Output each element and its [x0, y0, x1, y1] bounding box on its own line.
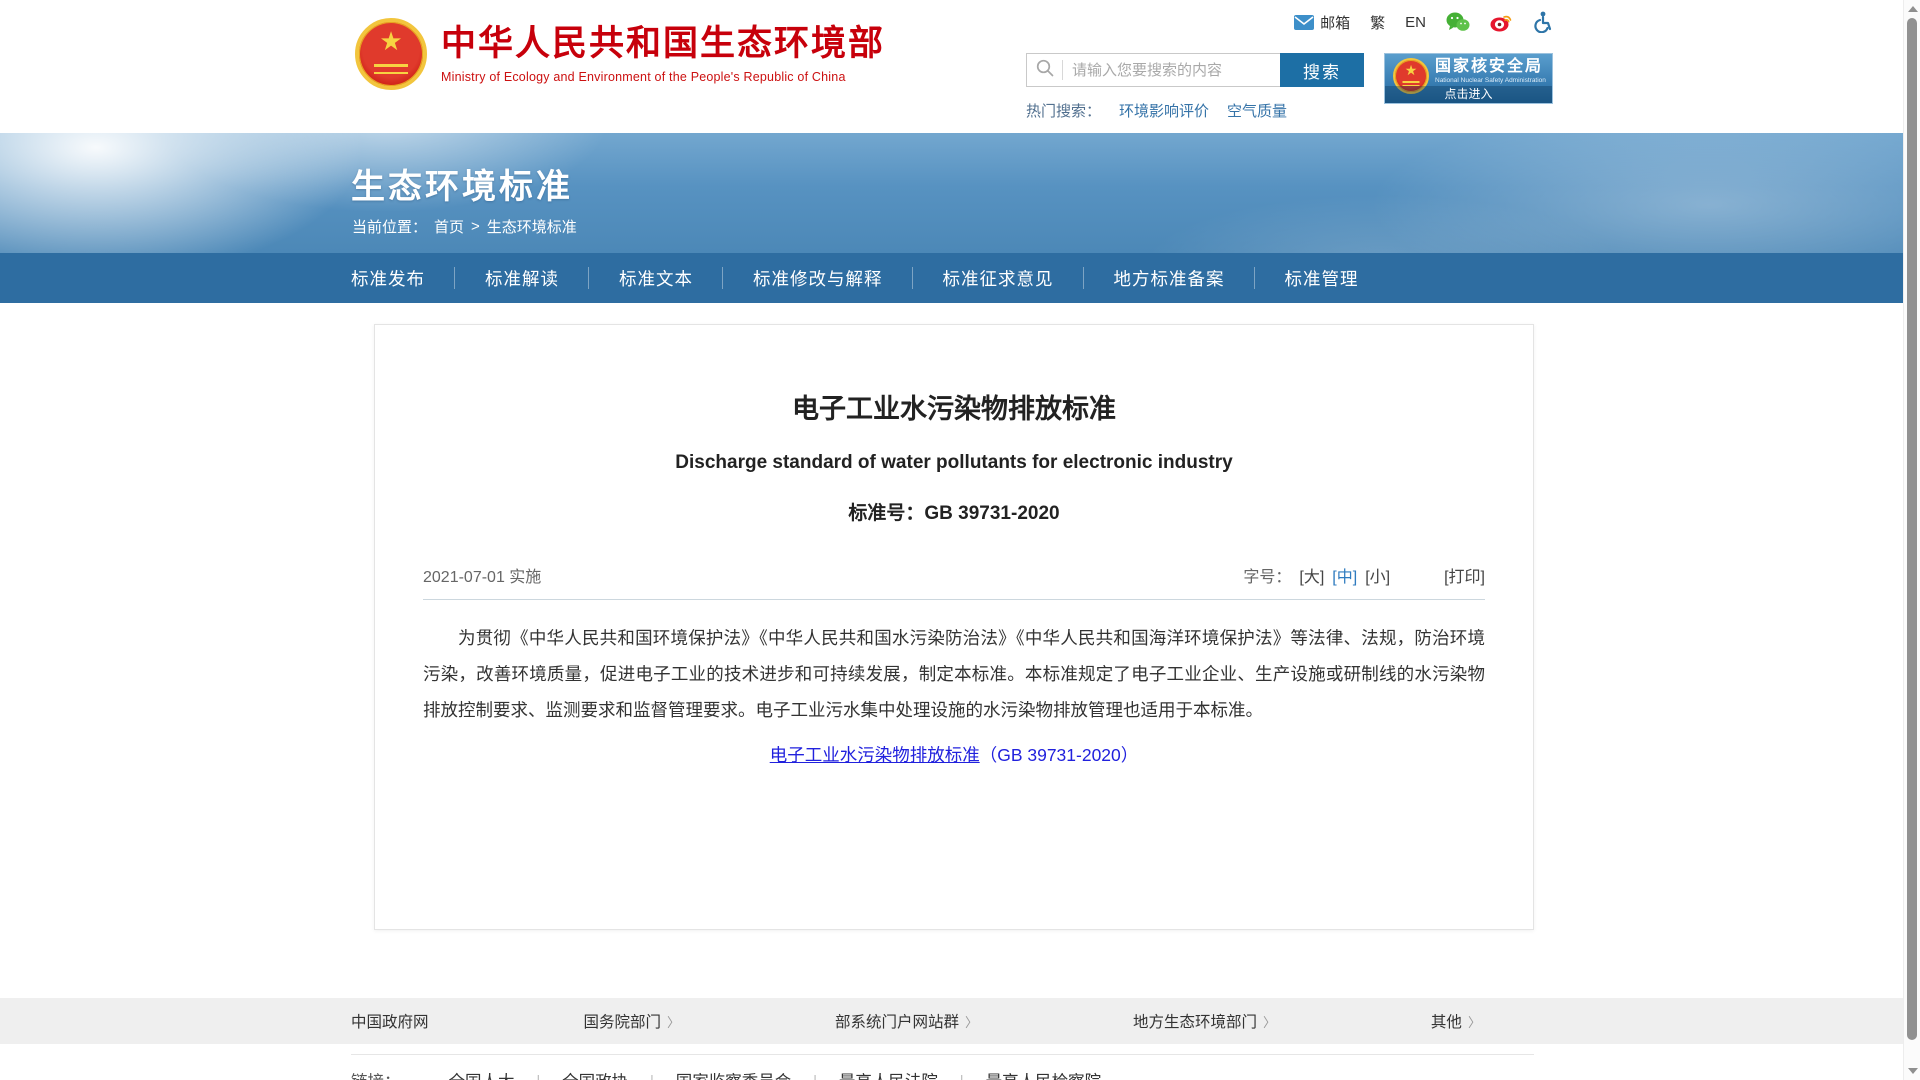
search-group: 搜索 热门搜索： 环境影响评价 空气质量: [1026, 53, 1364, 121]
breadcrumb-home-link[interactable]: 首页: [434, 216, 464, 237]
footer-bottom-links: 链接： 全国人大 | 全国政协 | 国家监察委员会 | 最高人民法院 | 最高人…: [351, 1068, 1123, 1080]
envelope-icon: [1294, 15, 1314, 30]
hot-search-label: 热门搜索：: [1026, 100, 1101, 121]
footer-link-state-council[interactable]: 国务院部门 〉: [583, 1010, 680, 1032]
footer-link-gov[interactable]: 中国政府网: [351, 1010, 429, 1032]
standard-number: 标准号：GB 39731-2020: [375, 498, 1533, 525]
nav-item-standard-management[interactable]: 标准管理: [1255, 253, 1389, 303]
section-nav: 标准发布 标准解读 标准文本 标准修改与解释 标准征求意见 地方标准备案 标准管…: [0, 253, 1920, 303]
weibo-link[interactable]: [1490, 12, 1513, 32]
wechat-icon: [1446, 12, 1470, 32]
footer-bottom-divider: [351, 1054, 1534, 1055]
breadcrumb: 当前位置： 首页 > 生态环境标准: [352, 216, 577, 237]
links-label: 链接：: [351, 1068, 401, 1080]
nav-item-standard-comments[interactable]: 标准征求意见: [913, 253, 1084, 303]
weibo-icon: [1490, 12, 1513, 32]
mail-link[interactable]: 邮箱: [1294, 12, 1350, 33]
nav-item-local-standard-filing[interactable]: 地方标准备案: [1084, 253, 1255, 303]
footer-bottom-section: 链接： 全国人大 | 全国政协 | 国家监察委员会 | 最高人民法院 | 最高人…: [0, 1044, 1920, 1080]
breadcrumb-current: 生态环境标准: [487, 216, 577, 237]
article-title-en: Discharge standard of water pollutants f…: [375, 452, 1533, 474]
bottom-link-supreme-court[interactable]: 最高人民法院: [817, 1068, 960, 1080]
font-size-large-button[interactable]: [大]: [1299, 563, 1324, 587]
article-card: 电子工业水污染物排放标准 Discharge standard of water…: [374, 324, 1534, 930]
nnsa-banner-link[interactable]: ★ 国家核安全局 National Nuclear Safety Adminis…: [1384, 53, 1553, 104]
scrollbar-down-arrow-icon[interactable]: [1908, 1068, 1918, 1074]
article-meta-row: 2021-07-01 实施 字号： [大] [中] [小] [打印]: [423, 563, 1485, 587]
print-button[interactable]: [打印]: [1444, 563, 1485, 587]
utility-row: 邮箱 繁 EN: [1294, 10, 1553, 34]
page-banner: 生态环境标准 当前位置： 首页 > 生态环境标准: [0, 133, 1920, 253]
bottom-link-npc[interactable]: 全国人大: [427, 1068, 537, 1080]
footer-link-portal-sites[interactable]: 部系统门户网站群 〉: [835, 1010, 978, 1032]
site-title: 中华人民共和国生态环境部: [441, 24, 885, 64]
national-emblem-icon: ★: [355, 18, 427, 90]
chevron-right-icon: 〉: [667, 1012, 680, 1031]
breadcrumb-label: 当前位置：: [352, 216, 427, 237]
bottom-link-supervision[interactable]: 国家监察委员会: [654, 1068, 814, 1080]
bottom-link-cppcc[interactable]: 全国政协: [540, 1068, 650, 1080]
breadcrumb-separator: >: [471, 218, 480, 235]
hot-search-link-air[interactable]: 空气质量: [1227, 100, 1287, 121]
mail-label: 邮箱: [1320, 12, 1350, 33]
attachment-link[interactable]: 电子工业水污染物排放标准（GB 39731-2020）: [770, 745, 1139, 765]
accessibility-link[interactable]: [1533, 11, 1553, 33]
font-size-small-button[interactable]: [小]: [1365, 563, 1390, 587]
english-toggle[interactable]: EN: [1405, 14, 1426, 31]
chevron-right-icon: 〉: [965, 1012, 978, 1031]
scrollbar-up-arrow-icon[interactable]: [1908, 6, 1918, 12]
vertical-scrollbar[interactable]: [1903, 0, 1920, 1080]
nav-item-standard-interpretation[interactable]: 标准解读: [455, 253, 589, 303]
bottom-link-supreme-procuratorate[interactable]: 最高人民检察院: [964, 1068, 1124, 1080]
site-subtitle: Ministry of Ecology and Environment of t…: [441, 70, 885, 84]
content-area: 电子工业水污染物排放标准 Discharge standard of water…: [0, 303, 1920, 998]
chevron-right-icon: 〉: [1468, 1012, 1481, 1031]
scrollbar-thumb[interactable]: [1907, 18, 1917, 1040]
wheelchair-icon: [1533, 11, 1553, 33]
nav-item-standard-amendment[interactable]: 标准修改与解释: [723, 253, 913, 303]
footer-link-local-departments[interactable]: 地方生态环境部门 〉: [1133, 1010, 1276, 1032]
nnsa-enter-label: 点击进入: [1385, 86, 1552, 103]
footer-link-others[interactable]: 其他 〉: [1431, 1010, 1481, 1032]
implementation-date: 2021-07-01 实施: [423, 563, 541, 587]
attachment-row: 电子工业水污染物排放标准（GB 39731-2020）: [375, 742, 1533, 767]
font-size-medium-button[interactable]: [中]: [1332, 563, 1357, 587]
nnsa-title: 国家核安全局: [1435, 58, 1546, 76]
search-button[interactable]: 搜索: [1280, 53, 1364, 87]
page-title: 生态环境标准: [351, 159, 573, 208]
site-header: ★ 中华人民共和国生态环境部 Ministry of Ecology and E…: [0, 0, 1920, 133]
article-body: 为贯彻《中华人民共和国环境保护法》《中华人民共和国水污染防治法》《中华人民共和国…: [423, 620, 1485, 728]
nnsa-subtitle: National Nuclear Safety Administration: [1435, 77, 1546, 85]
footer-band: 中国政府网 国务院部门 〉 部系统门户网站群 〉 地方生态环境部门 〉 其他 〉: [0, 998, 1920, 1044]
traditional-chinese-toggle[interactable]: 繁: [1370, 12, 1385, 33]
font-size-label: 字号：: [1243, 563, 1291, 587]
wechat-link[interactable]: [1446, 12, 1470, 32]
search-icon: [1036, 59, 1054, 82]
chevron-right-icon: 〉: [1263, 1012, 1276, 1031]
meta-divider: [423, 599, 1485, 600]
nav-item-standard-text[interactable]: 标准文本: [589, 253, 723, 303]
hot-search-row: 热门搜索： 环境影响评价 空气质量: [1026, 100, 1364, 121]
site-logo-group: ★ 中华人民共和国生态环境部 Ministry of Ecology and E…: [355, 18, 885, 90]
article-title: 电子工业水污染物排放标准: [375, 387, 1533, 426]
hot-search-link-eia[interactable]: 环境影响评价: [1119, 100, 1209, 121]
nav-item-standard-release[interactable]: 标准发布: [321, 253, 455, 303]
search-input[interactable]: [1072, 55, 1280, 85]
